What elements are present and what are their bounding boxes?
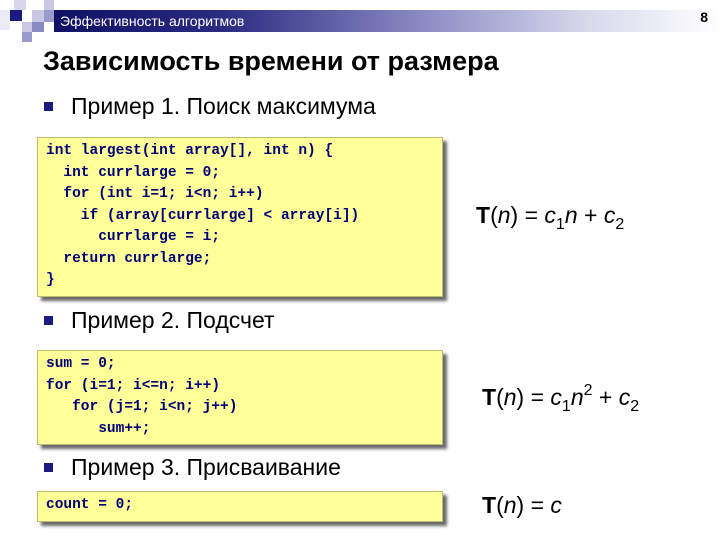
example-2-label: Пример 2. Подсчет (71, 307, 275, 333)
formula-subscript: 2 (630, 398, 640, 415)
code-line: } (46, 272, 55, 288)
logo-square (14, 0, 26, 10)
formula-superscript: 2 (583, 382, 593, 399)
example-2-code-block: sum = 0; for (i=1; i<=n; i++) for (j=1; … (37, 350, 443, 445)
code-line: return currlarge; (46, 250, 212, 267)
formula-var: n (564, 202, 578, 228)
header-title: Эффективность алгоритмов (60, 13, 245, 29)
example-1-code-block: int largest(int array[], int n) { int cu… (37, 137, 443, 297)
logo-square (32, 10, 44, 22)
formula-subscript: 1 (561, 398, 571, 415)
formula-T: T (482, 384, 497, 410)
code-line: int currlarge = 0; (46, 164, 221, 181)
formula-paren: ( (496, 492, 504, 518)
decorative-squares-logo (0, 0, 60, 50)
formula-var: c (544, 202, 556, 228)
code-line: for (i=1; i<=n; i++) (46, 377, 221, 394)
square-bullet-icon (44, 462, 53, 472)
formula-T: T (476, 202, 491, 228)
slide-title: Зависимость времени от размера (43, 46, 499, 76)
slide-number: 8 (700, 9, 708, 25)
example-1-formula: T(n) = c1n + c2 (476, 200, 625, 233)
logo-square (44, 0, 54, 10)
formula-var: c (550, 384, 562, 410)
formula-equals: ) = (510, 202, 545, 228)
logo-square (10, 10, 22, 21)
example-1-bullet: Пример 1. Поиск максимума (44, 92, 376, 120)
code-line: currlarge = i; (46, 229, 221, 245)
formula-var: c (618, 384, 631, 410)
example-3-code-block: count = 0; (37, 491, 443, 522)
example-3-bullet: Пример 3. Присваивание (44, 453, 341, 481)
square-bullet-icon (44, 315, 53, 325)
formula-paren: ( (496, 384, 504, 410)
logo-square (22, 32, 32, 42)
example-3-formula: T(n) = c (482, 490, 562, 520)
example-3-label: Пример 3. Присваивание (71, 454, 341, 480)
formula-plus: + (592, 384, 619, 410)
code-line: if (array[currlarge] < array[i]) (46, 207, 360, 224)
logo-square (44, 10, 54, 22)
square-bullet-icon (44, 101, 53, 111)
code-line: for (j=1; i<n; j++) (46, 399, 238, 415)
logo-square (0, 10, 10, 30)
code-line: int largest(int array[], int n) { (46, 143, 334, 159)
formula-var: n (570, 384, 584, 410)
example-1-label: Пример 1. Поиск максимума (71, 93, 376, 119)
code-line: sum++; (46, 420, 151, 437)
formula-var: c (603, 202, 616, 228)
formula-T: T (482, 492, 497, 518)
example-2-bullet: Пример 2. Подсчет (44, 306, 275, 334)
formula-var: n (497, 202, 511, 228)
formula-var: c (550, 492, 562, 518)
formula-subscript: 1 (555, 216, 565, 233)
logo-square (22, 22, 32, 32)
code-line: sum = 0; (46, 356, 116, 372)
formula-subscript: 2 (615, 216, 625, 233)
formula-paren: ( (490, 202, 498, 228)
code-line: for (int i=1; i<n; i++) (46, 186, 264, 202)
example-2-formula: T(n) = c1n2 + c2 (482, 382, 640, 415)
formula-var: n (503, 384, 517, 410)
formula-var: n (503, 492, 517, 518)
code-line: count = 0; (46, 497, 134, 513)
formula-plus: + (577, 202, 604, 228)
formula-equals: ) = (516, 492, 551, 518)
formula-equals: ) = (516, 384, 551, 410)
logo-square (32, 22, 44, 32)
